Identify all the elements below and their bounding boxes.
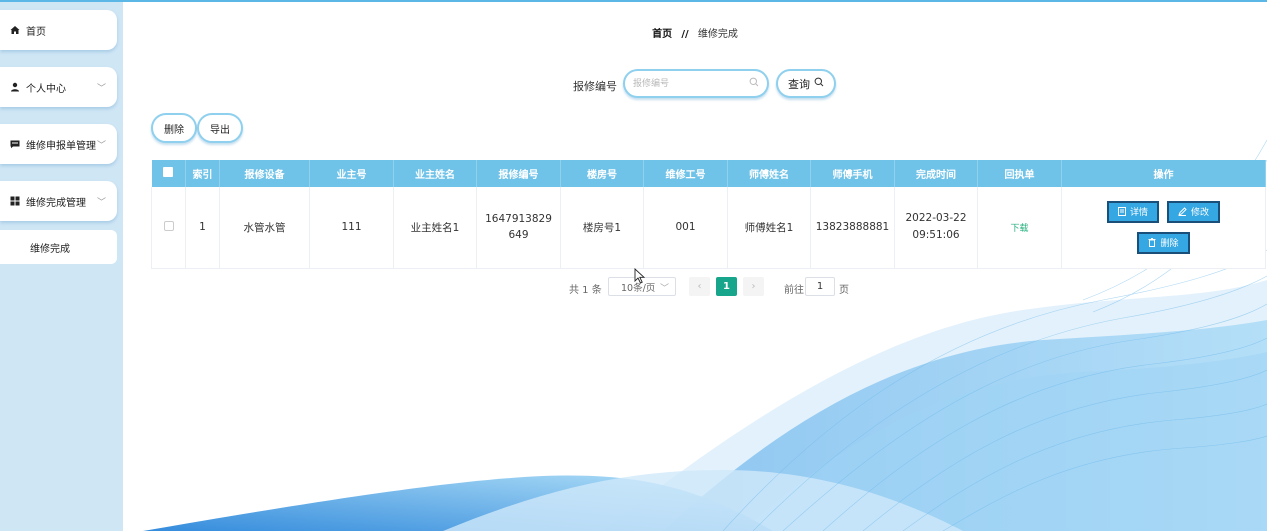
search-icon <box>749 77 759 90</box>
pagination-total: 共 1 条 <box>569 285 602 296</box>
prev-page-button[interactable]: ‹ <box>689 277 710 296</box>
table-header-row: 索引 报修设备 业主号 业主姓名 报修编号 楼房号 维修工号 师傅姓名 师傅手机… <box>151 160 1266 187</box>
chevron-down-icon: ﹀ <box>659 284 669 294</box>
search-icon <box>814 77 824 90</box>
sidebar-item-label: 首页 <box>26 26 46 38</box>
column-header: 索引 <box>185 160 220 187</box>
page-suffix: 页 <box>839 285 849 296</box>
column-header: 报修编号 <box>476 160 561 187</box>
top-accent-line <box>0 0 1267 2</box>
chevron-down-icon: ﹀ <box>97 197 107 208</box>
column-header: 维修工号 <box>643 160 728 187</box>
mouse-cursor-icon <box>634 268 645 284</box>
breadcrumb: 首页 // 维修完成 <box>123 25 1267 40</box>
sidebar-item-label: 维修完成管理 <box>26 197 86 209</box>
cell-master-phone: 13823888881 <box>810 187 895 269</box>
table-row: 1 水管水管 111 业主姓名1 1647913829649 楼房号1 001 … <box>151 187 1266 269</box>
chevron-down-icon: ﹀ <box>97 83 107 94</box>
cell-worker-no: 001 <box>643 187 728 269</box>
chevron-left-icon: ‹ <box>697 281 702 292</box>
goto-label: 前往 <box>784 285 804 296</box>
user-icon <box>10 82 20 92</box>
message-icon <box>10 139 20 149</box>
export-button[interactable]: 导出 <box>197 113 243 143</box>
column-header: 完成时间 <box>894 160 978 187</box>
trash-icon <box>1148 238 1156 248</box>
cell-index: 1 <box>185 187 220 269</box>
goto-page-input[interactable]: 1 <box>805 277 835 296</box>
home-icon <box>10 25 20 35</box>
select-all-header[interactable] <box>151 160 186 187</box>
breadcrumb-home[interactable]: 首页 <box>652 29 672 40</box>
delete-button[interactable]: 删除 <box>1137 231 1190 254</box>
cell-owner-no: 111 <box>309 187 394 269</box>
sidebar-item-label: 维修申报单管理 <box>26 140 96 152</box>
edit-button[interactable]: 修改 <box>1167 200 1221 223</box>
search-label: 报修编号 <box>573 80 617 93</box>
sidebar-subitem-repair-complete[interactable]: 维修完成 <box>0 230 117 264</box>
sidebar-item-label: 个人中心 <box>26 83 66 95</box>
column-header: 师傅姓名 <box>727 160 811 187</box>
column-header: 业主姓名 <box>393 160 477 187</box>
cell-finish-time: 2022-03-22 09:51:06 <box>894 187 978 269</box>
page-number-current[interactable]: 1 <box>716 277 737 296</box>
data-table: 索引 报修设备 业主号 业主姓名 报修编号 楼房号 维修工号 师傅姓名 师傅手机… <box>151 160 1266 269</box>
next-page-button[interactable]: › <box>743 277 764 296</box>
repair-no-text: 1647913829649 <box>485 213 552 242</box>
column-header: 业主号 <box>309 160 394 187</box>
sidebar-item-repair-report[interactable]: 维修申报单管理 ﹀ <box>0 124 117 164</box>
sidebar: 首页 个人中心 ﹀ 维修申报单管理 ﹀ 维修完成管理 ﹀ 维修完成 <box>0 2 123 531</box>
batch-delete-button[interactable]: 删除 <box>151 113 197 143</box>
detail-button[interactable]: 详情 <box>1106 200 1159 223</box>
cell-building: 楼房号1 <box>560 187 644 269</box>
sidebar-item-repair-complete[interactable]: 维修完成管理 ﹀ <box>0 181 117 221</box>
cell-master-name: 师傅姓名1 <box>727 187 811 269</box>
detail-button-label: 详情 <box>1129 208 1148 219</box>
query-button[interactable]: 查询 <box>776 69 836 98</box>
delete-button-label: 删除 <box>1160 239 1179 250</box>
column-header: 回执单 <box>977 160 1062 187</box>
search-input[interactable] <box>633 76 751 92</box>
cell-owner-name: 业主姓名1 <box>393 187 477 269</box>
grid-icon <box>10 196 20 206</box>
chevron-down-icon: ﹀ <box>97 140 107 151</box>
query-button-label: 查询 <box>788 77 810 91</box>
column-header: 报修设备 <box>219 160 310 187</box>
row-select-cell <box>151 187 186 269</box>
cell-device: 水管水管 <box>219 187 310 269</box>
search-field <box>623 69 769 98</box>
breadcrumb-current: 维修完成 <box>697 29 738 40</box>
row-checkbox[interactable] <box>163 220 174 231</box>
column-header: 操作 <box>1061 160 1266 187</box>
edit-button-label: 修改 <box>1191 208 1210 219</box>
breadcrumb-separator: // <box>681 29 689 40</box>
sidebar-item-home[interactable]: 首页 <box>0 10 117 50</box>
column-header: 师傅手机 <box>810 160 895 187</box>
cell-operations: 详情 修改 删除 <box>1061 187 1266 269</box>
finish-time-text: 2022-03-22 09:51:06 <box>905 212 967 242</box>
edit-icon <box>1178 207 1187 217</box>
select-all-checkbox[interactable] <box>163 167 174 177</box>
sidebar-item-personal-center[interactable]: 个人中心 ﹀ <box>0 67 117 107</box>
cell-receipt: 下载 <box>977 187 1062 269</box>
document-icon <box>1117 207 1126 217</box>
column-header: 楼房号 <box>560 160 644 187</box>
download-link[interactable]: 下载 <box>1010 224 1028 234</box>
chevron-right-icon: › <box>751 281 756 292</box>
cell-repair-no: 1647913829649 <box>476 187 561 269</box>
